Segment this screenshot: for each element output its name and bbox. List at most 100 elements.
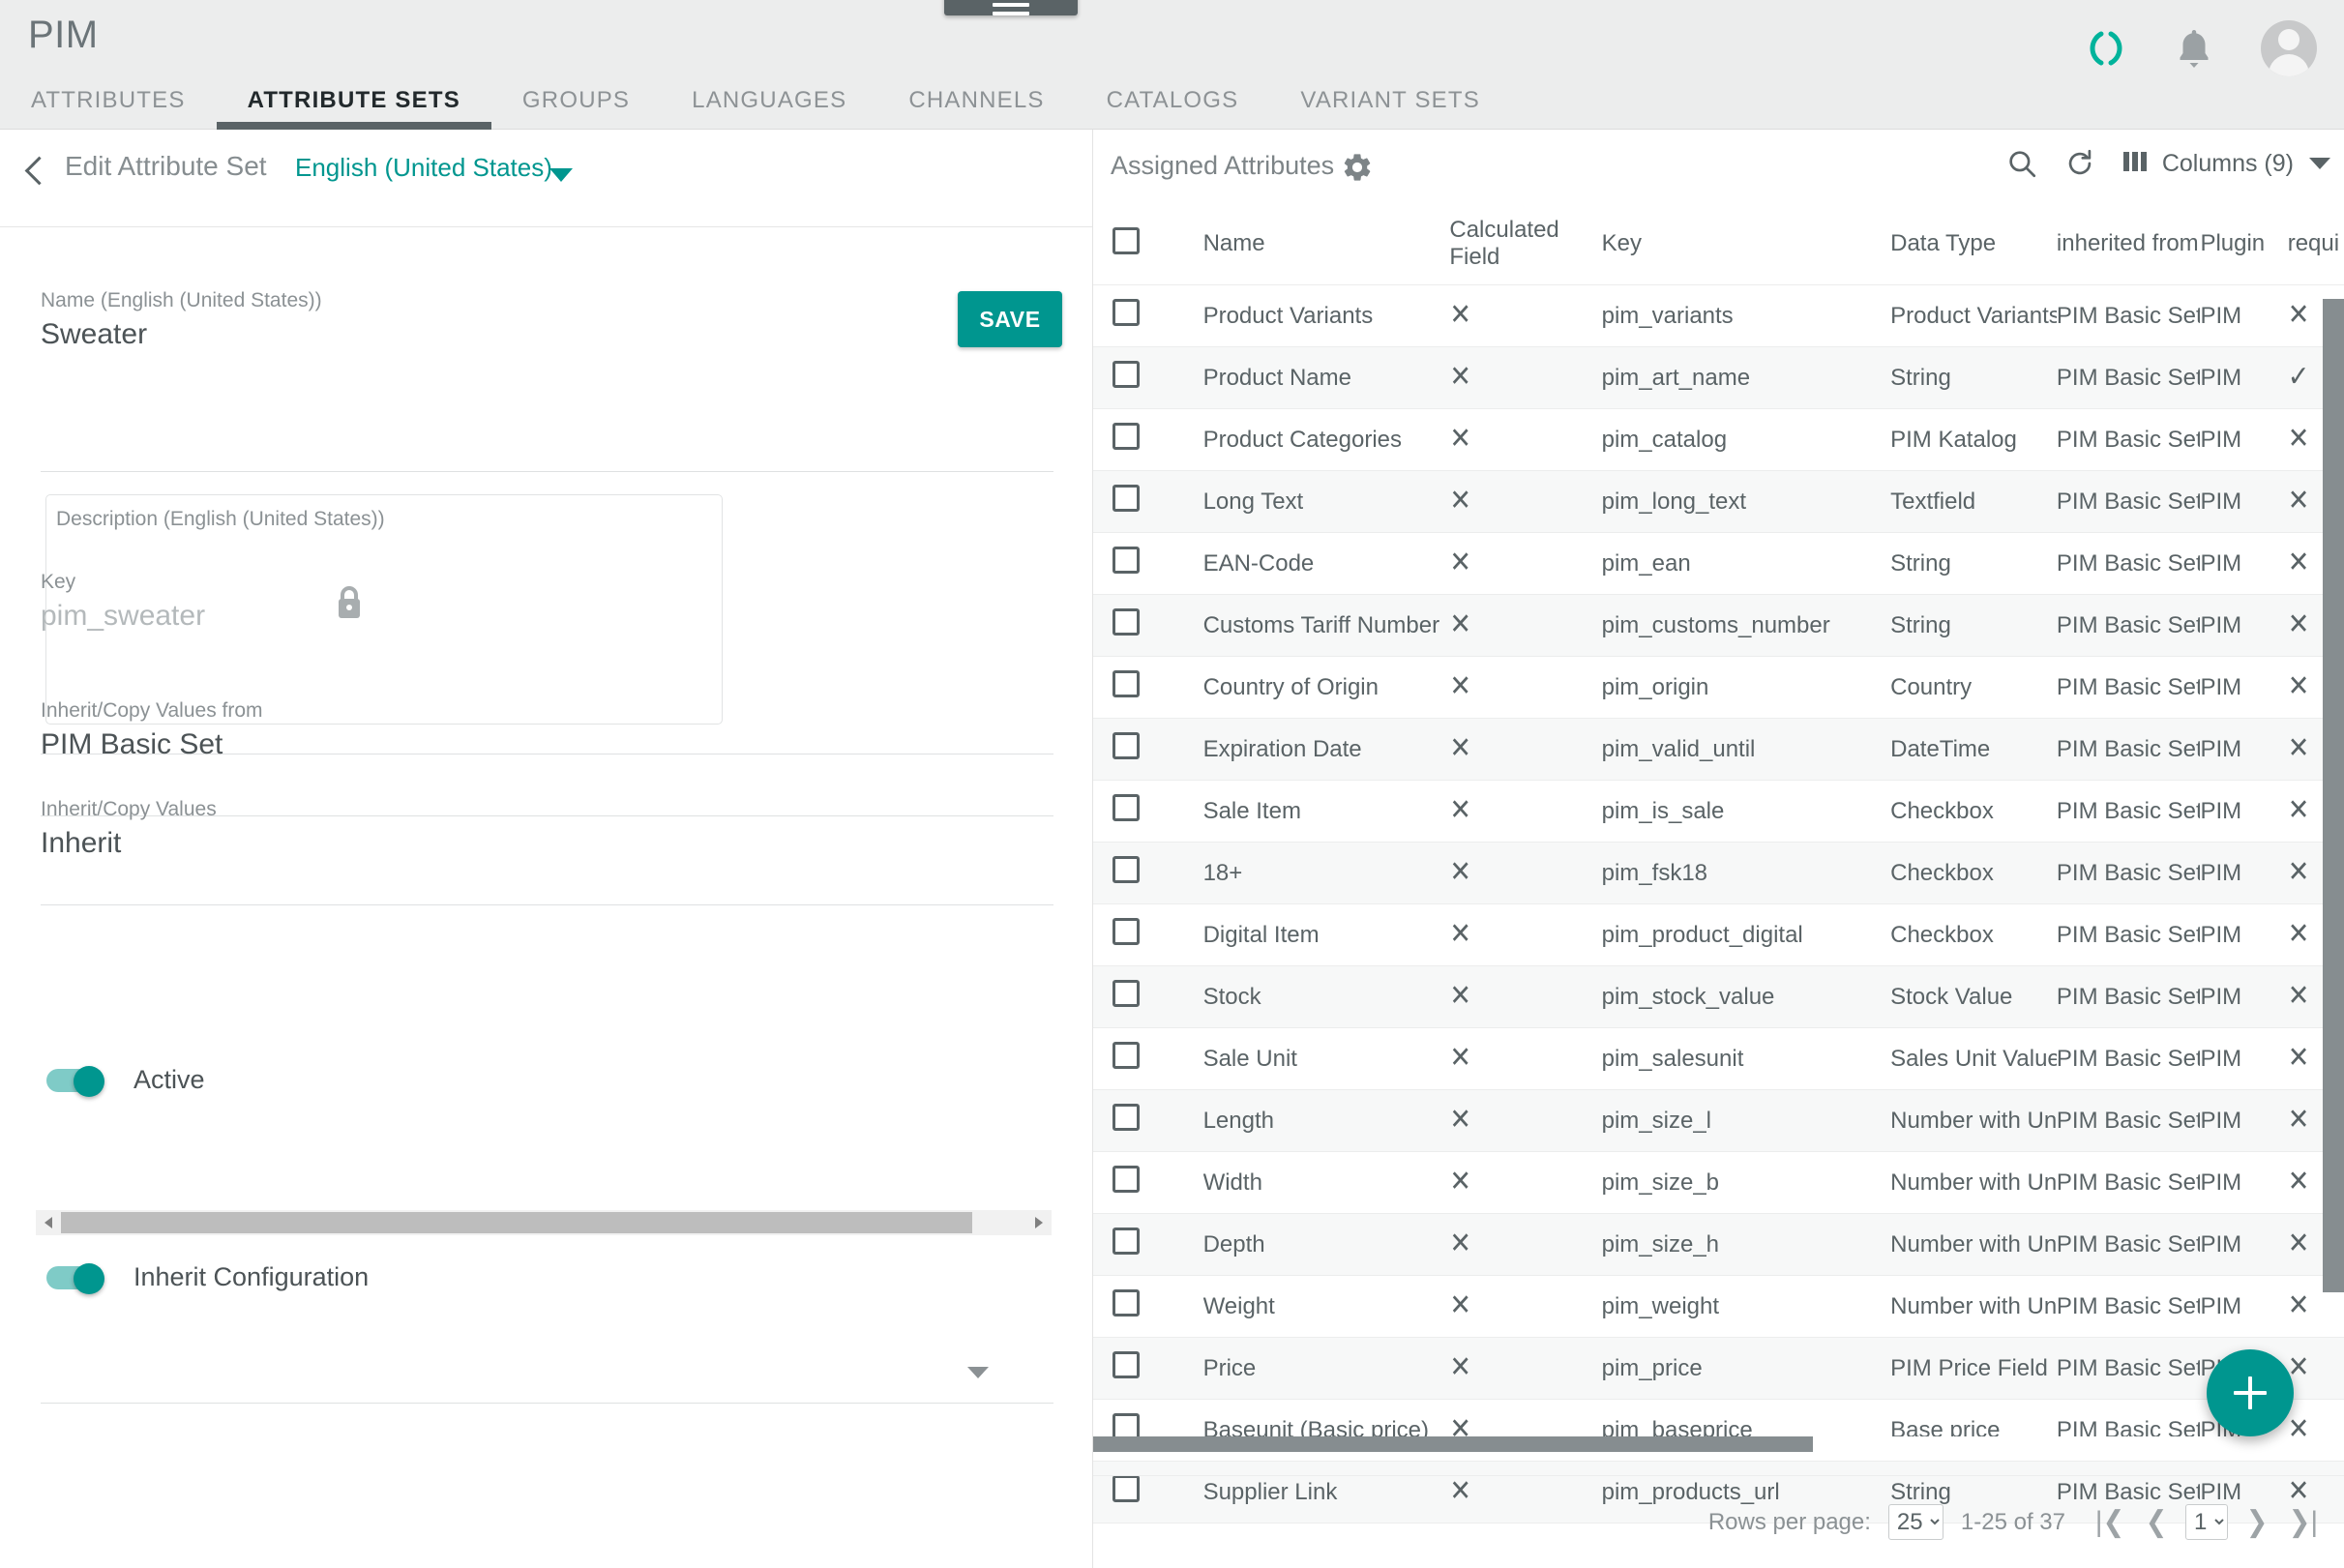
cell-plugin: PIM [2200,408,2288,471]
table-horizontal-scrollbar[interactable] [1093,1436,2344,1452]
row-checkbox[interactable] [1113,732,1140,759]
table-row[interactable]: 18+ ✕ pim_fsk18 Checkbox PIM Basic Set PIM ✕ [1093,842,2344,904]
table-row[interactable]: EAN-Code ✕ pim_ean String PIM Basic Set PIM ✕ [1093,532,2344,595]
table-row[interactable]: Product Categories ✕ pim_catalog PIM Katalo… [1093,408,2344,471]
column-header-plugin[interactable]: Plugin [2200,205,2288,285]
chevron-left-icon[interactable] [24,156,54,186]
row-checkbox[interactable] [1113,547,1140,574]
select-all-checkbox[interactable] [1113,226,1140,254]
name-input[interactable]: Sweater [41,318,147,351]
status-icon: ✕ [2287,1042,2310,1074]
row-checkbox[interactable] [1113,1228,1140,1255]
row-checkbox[interactable] [1113,794,1140,821]
cell-data-type: Product Variants [1890,284,2057,347]
arrow-left-icon[interactable] [36,1210,61,1235]
chevron-down-icon[interactable] [2309,158,2330,169]
row-checkbox[interactable] [1113,856,1140,883]
table-row[interactable]: Width ✕ pim_size_b Number with Unit PIM Basi… [1093,1151,2344,1214]
first-page-icon[interactable]: |❮ [2087,1499,2133,1546]
table-row[interactable]: Weight ✕ pim_weight Number with Unit PIM Bas… [1093,1275,2344,1338]
cell-key: pim_size_b [1601,1151,1891,1214]
arrow-right-icon[interactable] [1026,1210,1052,1235]
active-toggle[interactable] [46,1065,106,1097]
inherit-values-chevron-down-icon[interactable] [967,1367,989,1378]
rows-per-page-select[interactable]: 25 [1887,1504,1943,1540]
hamburger-icon[interactable] [944,0,1078,15]
table-row[interactable]: Length ✕ pim_size_l Number with Unit PIM Bas… [1093,1089,2344,1152]
tab-variant-sets[interactable]: VARIANT SETS [1269,70,1511,130]
tab-attributes[interactable]: ATTRIBUTES [0,70,217,130]
tab-groups[interactable]: GROUPS [491,70,661,130]
status-icon: ✕ [2287,856,2310,888]
close-icon: ✕ [1449,1289,1471,1321]
tab-channels[interactable]: CHANNELS [877,70,1075,130]
left-panel-horizontal-scrollbar[interactable] [36,1210,1052,1235]
cell-calculated-field: ✕ [1449,532,1602,595]
column-header-key[interactable]: Key [1601,205,1891,285]
row-checkbox[interactable] [1113,1351,1140,1378]
row-checkbox[interactable] [1113,670,1140,697]
row-checkbox[interactable] [1113,1104,1140,1131]
row-checkbox[interactable] [1113,918,1140,945]
column-header-inherited-from[interactable]: inherited from [2056,205,2201,285]
user-avatar-icon[interactable] [2261,20,2317,76]
table-row[interactable]: Product Variants ✕ pim_variants Product Var… [1093,284,2344,347]
cell-plugin: PIM [2200,1151,2288,1214]
inherit-values-value[interactable]: Inherit [41,827,121,860]
column-header-required[interactable]: requi [2287,205,2344,285]
table-row[interactable]: Country of Origin ✕ pim_origin Country PIM B… [1093,656,2344,719]
tab-catalogs[interactable]: CATALOGS [1076,70,1270,130]
next-page-icon[interactable]: ❯ [2234,1499,2280,1546]
bell-icon[interactable] [2172,25,2216,72]
table-row[interactable]: Product Name ✕ pim_art_name String PIM Basic… [1093,346,2344,409]
close-icon: ✕ [1449,1228,1471,1259]
table-row[interactable]: Sale Item ✕ pim_is_sale Checkbox PIM Basic S… [1093,780,2344,843]
row-checkbox[interactable] [1113,1166,1140,1193]
search-icon[interactable] [2005,147,2038,180]
gear-icon[interactable] [1341,151,1374,189]
cell-key: pim_weight [1601,1275,1891,1338]
table-row[interactable]: Price ✕ pim_price PIM Price Field PIM Basic … [1093,1337,2344,1400]
row-checkbox[interactable] [1113,1289,1140,1317]
prev-page-icon[interactable]: ❮ [2133,1499,2180,1546]
scrollbar-thumb[interactable] [61,1212,972,1233]
save-button[interactable]: SAVE [958,291,1062,347]
table-row[interactable]: Digital Item ✕ pim_product_digital Checkbox… [1093,903,2344,966]
cell-key: pim_catalog [1601,408,1891,471]
cell-key: pim_stock_value [1601,965,1891,1028]
last-page-icon[interactable]: ❯| [2280,1499,2327,1546]
row-checkbox[interactable] [1113,1042,1140,1069]
row-checkbox[interactable] [1113,361,1140,388]
column-header-data-type[interactable]: Data Type [1890,205,2057,285]
table-row[interactable]: Customs Tariff Number ✕ pim_customs_number… [1093,594,2344,657]
row-checkbox[interactable] [1113,608,1140,636]
app-root: PIM ATTRIBUTES ATTRIBUTE SETS GROUPS LAN… [0,0,2344,1568]
add-attribute-button[interactable] [2207,1349,2294,1436]
cell-data-type: Number with Unit [1890,1213,2057,1276]
row-checkbox[interactable] [1113,423,1140,450]
table-row[interactable]: Expiration Date ✕ pim_valid_until DateTime P… [1093,718,2344,781]
tab-languages[interactable]: LANGUAGES [661,70,877,130]
row-checkbox[interactable] [1113,299,1140,326]
close-icon: ✕ [1449,794,1471,826]
table-row[interactable]: Sale Unit ✕ pim_salesunit Sales Unit Value P… [1093,1027,2344,1090]
inherit-configuration-toggle[interactable] [46,1262,106,1294]
row-checkbox[interactable] [1113,980,1140,1007]
table-row[interactable]: Depth ✕ pim_size_h Number with Unit PIM Basi… [1093,1213,2344,1276]
scrollbar-thumb[interactable] [1093,1436,1813,1452]
chevron-down-icon[interactable] [549,168,573,182]
cell-name: Stock [1202,965,1450,1028]
tab-attribute-sets[interactable]: ATTRIBUTE SETS [216,70,492,130]
inherit-from-value[interactable]: PIM Basic Set [41,728,223,761]
language-selector[interactable]: English (United States) [295,153,552,183]
table-vertical-scrollbar[interactable] [2323,299,2344,1292]
table-row[interactable]: Stock ✕ pim_stock_value Stock Value PIM Basi… [1093,965,2344,1028]
columns-selector[interactable]: Columns (9) [2121,149,2330,179]
column-header-name[interactable]: Name [1202,205,1450,285]
row-checkbox[interactable] [1113,485,1140,512]
column-header-calculated-field[interactable]: Calculated Field [1449,205,1602,285]
table-row[interactable]: Long Text ✕ pim_long_text Textfield PIM Basi… [1093,470,2344,533]
page-number-select[interactable]: 1 [2185,1504,2228,1540]
cell-calculated-field: ✕ [1449,965,1602,1028]
refresh-icon[interactable] [2063,147,2096,180]
